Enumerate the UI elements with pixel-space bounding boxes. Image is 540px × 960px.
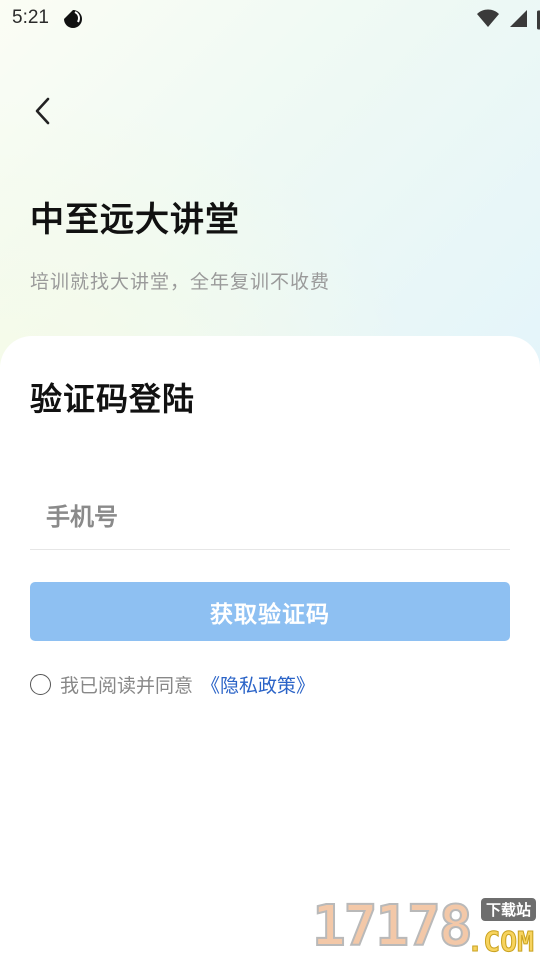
- phone-input[interactable]: [30, 484, 510, 550]
- status-bar: 5:21: [0, 0, 540, 36]
- watermark-tag: 下载站: [480, 898, 536, 921]
- get-code-button[interactable]: 获取验证码: [30, 582, 510, 641]
- login-card: [0, 336, 540, 960]
- watermark-domain: .COM: [466, 925, 534, 959]
- app-title: 中至远大讲堂: [30, 200, 240, 240]
- login-title: 验证码登陆: [30, 380, 196, 418]
- watermark-logo: 17178 下载站 .COM: [311, 894, 536, 959]
- notification-app-icon: [64, 10, 82, 28]
- wifi-icon: [477, 9, 499, 27]
- battery-icon: [537, 10, 540, 30]
- agree-checkbox[interactable]: [30, 673, 51, 695]
- status-time: 5:21: [12, 7, 49, 28]
- privacy-policy-link[interactable]: 《隐私政策》: [201, 671, 315, 698]
- agreement-row: 我已阅读并同意 《隐私政策》: [30, 670, 315, 698]
- back-button[interactable]: [28, 92, 62, 130]
- agree-text: 我已阅读并同意: [60, 674, 194, 697]
- chevron-left-icon: [35, 97, 50, 125]
- watermark-number: 17178: [311, 894, 474, 959]
- app-subtitle: 培训就找大讲堂，全年复训不收费: [30, 271, 331, 293]
- cellular-signal-icon: [510, 10, 527, 27]
